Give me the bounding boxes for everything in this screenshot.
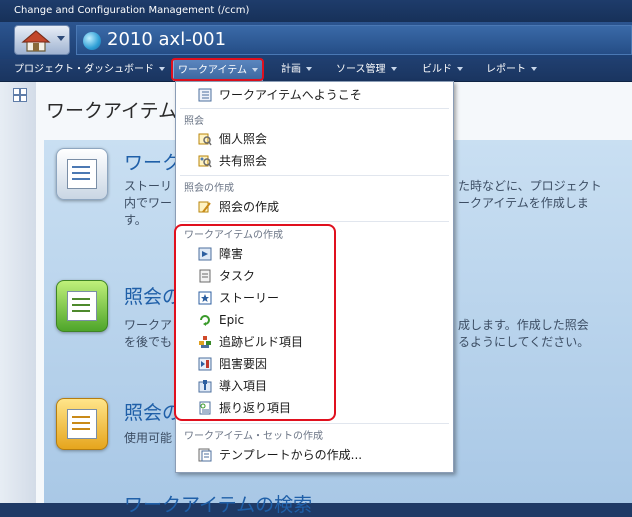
menu-item-personal-query[interactable]: 個人照会 [176,128,453,150]
menu-section-create-query: 照会の作成 [184,183,234,194]
globe-icon [83,32,101,50]
menu-item-create-query[interactable]: 照会の作成 [176,196,453,218]
chevron-down-icon[interactable] [57,36,65,41]
work-item-tile-icon [56,148,108,200]
menu-divider [180,221,449,222]
nav-builds[interactable]: ビルド [422,59,463,81]
section-text: ストーリ [124,179,173,193]
query-tile-icon [56,280,108,332]
section-text: 成します。作成した照会 [458,318,589,332]
section-text: ークアイテムを作成しま [458,196,589,210]
section-text: を後でも [124,335,173,349]
query-run-tile-icon [56,398,108,450]
home-button[interactable] [14,25,70,55]
menu-item-welcome[interactable]: ワークアイテムへようこそ [176,84,453,106]
page-title: ワークアイテム [46,100,178,122]
chevron-down-icon [457,67,463,71]
highlight-annotation-nav [171,58,264,81]
house-icon [21,30,51,52]
menu-divider [180,108,449,109]
chevron-down-icon [306,67,312,71]
app-title: Change and Configuration Management (/cc… [0,0,632,22]
section-heading-create[interactable]: ワーク [124,148,181,175]
main-nav: プロジェクト・ダッシュボード ワークアイテム 計画 ソース管理 ビルド レポート [0,59,632,82]
section-text: す。 [124,213,147,227]
shared-query-icon [198,155,212,168]
highlight-annotation-create-workitem [174,224,336,421]
section-text: ワークア [124,318,173,332]
left-sidebar [0,82,37,503]
welcome-page-icon [198,88,212,102]
nav-project-dashboard[interactable]: プロジェクト・ダッシュボード [14,59,165,81]
section-heading-query[interactable]: 照会の [124,282,181,309]
section-heading-run-query[interactable]: 照会の [124,398,181,425]
template-icon [198,448,212,462]
chevron-down-icon [390,67,397,71]
project-title-bar[interactable]: 2010 axl-001 [76,25,632,55]
nav-source-control[interactable]: ソース管理 [336,59,397,81]
project-name: 2010 axl-001 [107,29,227,50]
menu-item-shared-query[interactable]: 共有照会 [176,150,453,172]
chevron-down-icon [159,67,165,71]
section-text: 内でワー [124,196,173,210]
menu-divider [180,175,449,176]
create-query-icon [198,201,211,213]
section-text: 使用可能 [124,431,173,445]
section-heading-search[interactable]: ワークアイテムの検索 [124,490,312,517]
nav-plans[interactable]: 計画 [281,59,312,81]
chevron-down-icon [531,67,537,71]
project-bar: 2010 axl-001 [0,22,632,59]
grid-icon[interactable] [13,88,27,102]
personal-query-icon [198,133,212,146]
menu-divider [180,423,449,424]
menu-item-from-template[interactable]: テンプレートからの作成... [176,444,453,466]
section-text: た時などに、プロジェクト [458,179,602,193]
menu-section-queries: 照会 [184,116,204,127]
nav-reports[interactable]: レポート [486,59,537,81]
menu-section-workitem-set: ワークアイテム・セットの作成 [184,431,323,442]
section-text: るようにしてください。 [458,335,590,349]
